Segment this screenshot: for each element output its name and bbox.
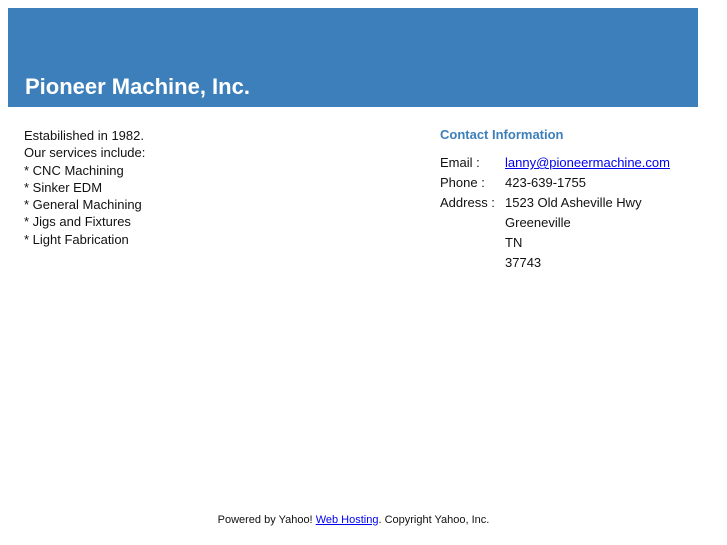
- service-item: * CNC Machining: [24, 162, 124, 178]
- contact-section: Contact Information Email : lanny@pionee…: [440, 127, 670, 275]
- address-street: 1523 Old Asheville Hwy: [505, 195, 642, 210]
- footer-suffix: . Copyright Yahoo, Inc.: [378, 514, 490, 526]
- intro-line: Our services include:: [24, 145, 146, 161]
- intro-line: Estabilished in 1982.: [24, 128, 144, 143]
- service-item: * Light Fabrication: [24, 231, 129, 247]
- footer-prefix: Powered by Yahoo!: [217, 514, 316, 526]
- address-city: Greeneville: [505, 215, 571, 230]
- email-link[interactable]: lanny@pioneermachine.com: [505, 155, 670, 170]
- phone-value: 423-639-1755: [505, 175, 586, 190]
- footer: Powered by Yahoo! Web Hosting. Copyright…: [0, 514, 707, 526]
- address-label: Address :: [440, 195, 495, 210]
- email-label: Email :: [440, 155, 480, 170]
- address-row: Address : 1523 Old Asheville Hwy: [440, 195, 670, 215]
- phone-label: Phone :: [440, 175, 485, 190]
- service-item: * Sinker EDM: [24, 179, 103, 195]
- service-item: * Jigs and Fixtures: [24, 214, 131, 230]
- header-banner: Pioneer Machine, Inc.: [8, 8, 698, 107]
- phone-row: Phone : 423-639-1755: [440, 175, 670, 195]
- web-hosting-link[interactable]: Web Hosting: [316, 514, 379, 526]
- site-title: Pioneer Machine, Inc.: [25, 74, 250, 99]
- email-row: Email : lanny@pioneermachine.com: [440, 155, 670, 175]
- intro-text: Estabilished in 1982. Our services inclu…: [24, 127, 145, 248]
- service-item: * General Machining: [24, 197, 142, 213]
- contact-heading: Contact Information: [440, 127, 564, 142]
- address-zip: 37743: [505, 255, 542, 270]
- address-state: TN: [505, 235, 523, 250]
- contact-table: Email : lanny@pioneermachine.com Phone :…: [440, 155, 670, 275]
